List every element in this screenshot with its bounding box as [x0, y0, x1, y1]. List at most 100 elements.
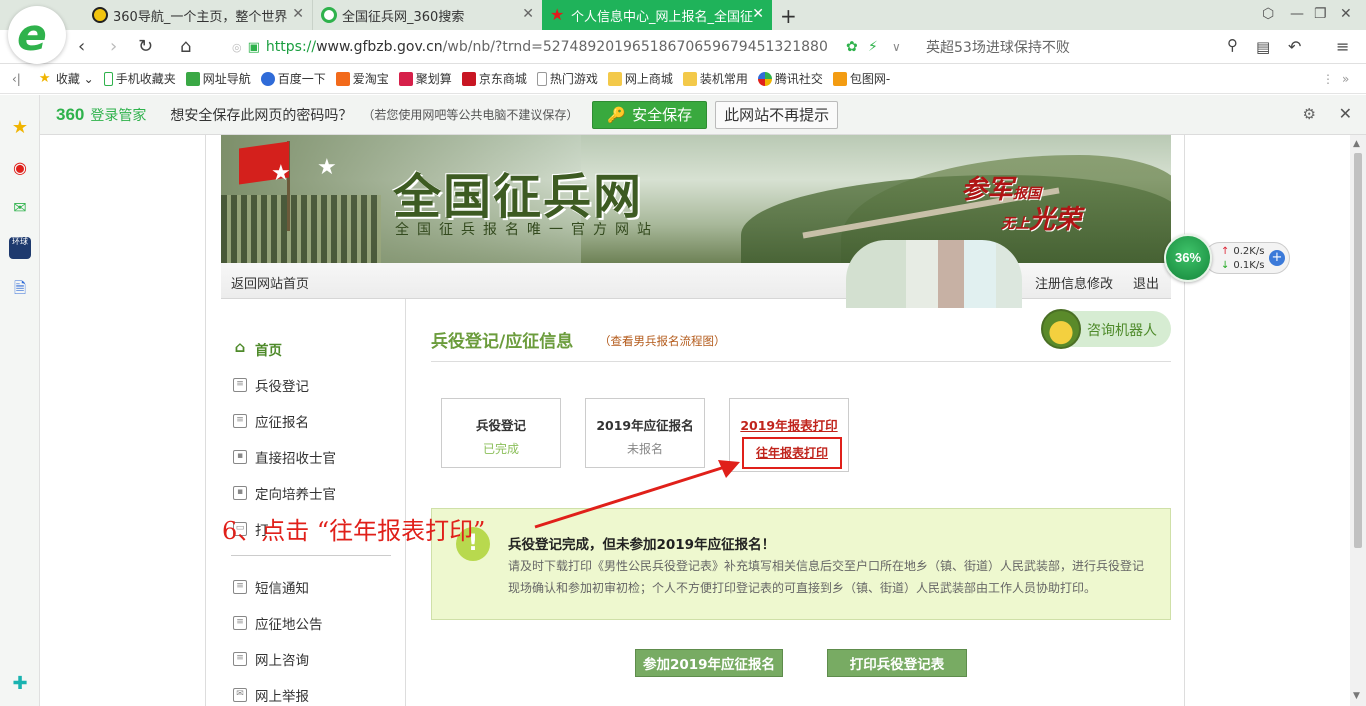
troops-graphic: [221, 195, 381, 263]
back-to-home-link[interactable]: 返回网站首页: [231, 273, 309, 292]
scroll-up-icon[interactable]: ▲: [1353, 139, 1360, 149]
status-card-enlist[interactable]: 2019年应征报名 未报名: [585, 398, 705, 468]
close-icon[interactable]: ✕: [1339, 104, 1352, 123]
blurred-avatar: [846, 240, 1022, 308]
bookmark-item[interactable]: 网址导航: [185, 70, 251, 87]
undo-icon[interactable]: ↶: [1288, 37, 1301, 56]
tab-title: 360导航_一个主页，整个世界: [113, 9, 288, 25]
tab-360-nav[interactable]: 360导航_一个主页，整个世界 ✕: [84, 0, 312, 30]
edit-registration-link[interactable]: 注册信息修改: [1035, 273, 1113, 292]
network-speed-widget[interactable]: ↑ 0.2K/s ↓ 0.1K/s + 36%: [1164, 234, 1290, 282]
logout-link[interactable]: 退出: [1133, 273, 1159, 292]
home-icon[interactable]: ⌂: [180, 36, 191, 57]
mail-icon[interactable]: ✉: [9, 197, 31, 219]
menu-item-consult[interactable]: ≡ 网上咨询: [233, 649, 309, 669]
tab-close-icon[interactable]: ✕: [752, 6, 764, 22]
scroll-down-icon[interactable]: ▼: [1353, 691, 1360, 701]
url-field[interactable]: ◎ ▣ https:// www.gfbzb.gov.cn /wb/nb/?tr…: [232, 36, 882, 58]
bookmark-label: 百度一下: [277, 72, 326, 86]
tab-close-icon[interactable]: ✕: [292, 6, 304, 22]
bookmark-item[interactable]: ★ 收藏 ⌄: [39, 70, 94, 87]
bookmark-label: 包图网-: [849, 72, 891, 86]
skin-icon[interactable]: ⬡: [1262, 6, 1274, 22]
consult-robot-button[interactable]: 咨询机器人: [1041, 309, 1171, 349]
new-tab-icon[interactable]: +: [780, 4, 797, 28]
page-scrollbar[interactable]: ▲ ▼: [1350, 135, 1366, 706]
menu-item-enlist[interactable]: ≡ 应征报名: [233, 411, 309, 431]
main-panel: 兵役登记/应征信息 （查看男兵报名流程图） 咨询机器人 兵役登记 已完成 201…: [431, 299, 1171, 706]
home-icon: ⌂: [234, 338, 246, 356]
accelerate-plus-icon[interactable]: +: [1269, 250, 1285, 266]
memory-usage-ball[interactable]: 36%: [1164, 234, 1212, 282]
bookmark-item[interactable]: 热门游戏: [536, 70, 598, 87]
download-value: 0.1K/s: [1233, 260, 1265, 271]
past-report-print-link[interactable]: 往年报表打印: [744, 444, 840, 461]
speed-mode-icon[interactable]: ⚡: [868, 39, 878, 55]
minimize-icon[interactable]: —: [1290, 6, 1304, 22]
print-2019-link[interactable]: 2019年报表打印: [730, 415, 848, 434]
compat-mode-icon[interactable]: ✿: [846, 39, 858, 55]
gear-icon[interactable]: ⚙: [1303, 105, 1316, 123]
maximize-icon[interactable]: ❐: [1314, 6, 1327, 22]
menu-item-oriented-nco[interactable]: ▪ 定向培养士官: [233, 483, 336, 503]
menu-icon[interactable]: ≡: [1336, 37, 1349, 56]
search-input[interactable]: 英超53场进球保持不败 ⚲: [912, 36, 1242, 58]
bookmark-label: 京东商城: [478, 72, 527, 86]
arrow-up-icon: ↑: [1221, 246, 1230, 257]
tab-title: 个人信息中心_网上报名_全国征: [571, 9, 754, 25]
menu-label: 兵役登记: [255, 379, 309, 395]
scrollbar-thumb[interactable]: [1354, 153, 1362, 548]
favorites-icon[interactable]: ★: [9, 117, 31, 139]
bookmark-item[interactable]: 腾讯社交: [757, 70, 823, 87]
print-registration-button[interactable]: 打印兵役登记表: [827, 649, 967, 677]
robot-label: 咨询机器人: [1087, 323, 1157, 339]
browser-logo-icon[interactable]: e: [8, 6, 66, 64]
juhuasuan-icon: [398, 71, 413, 86]
bookmark-item[interactable]: 聚划算: [398, 70, 452, 87]
url-scheme: https://: [265, 39, 317, 55]
bookmark-item[interactable]: 包图网-: [832, 70, 891, 87]
menu-item-home[interactable]: ⌂ 首页: [233, 338, 282, 360]
bookmarks-expand-icon[interactable]: »: [1342, 72, 1349, 86]
phone-icon: [103, 71, 113, 86]
menu-item-direct-nco[interactable]: ▪ 直接招收士官: [233, 447, 336, 467]
bookmark-item[interactable]: 网上商城: [607, 70, 673, 87]
card-status: 未报名: [626, 442, 663, 456]
baotu-icon: [832, 71, 847, 86]
search-icon[interactable]: ⚲: [1227, 36, 1238, 54]
tab-personal-center[interactable]: ★ 个人信息中心_网上报名_全国征 ✕: [542, 0, 772, 30]
bookmark-item[interactable]: 装机常用: [682, 70, 748, 87]
notice-box: ! 兵役登记完成，但未参加2019年应征报名！ 请及时下载打印《男性公民兵役登记…: [431, 508, 1171, 620]
close-window-icon[interactable]: ✕: [1340, 6, 1352, 22]
menu-item-registration[interactable]: ≡ 兵役登记: [233, 375, 309, 395]
page-viewport: ★ ★ 全国征兵网 全国征兵报名唯一官方网站 参军报国 无上光荣 返回网站首页 …: [40, 135, 1350, 706]
back-icon[interactable]: ‹: [78, 36, 85, 57]
bookmark-item[interactable]: 爱淘宝: [335, 70, 389, 87]
never-remind-button[interactable]: 此网站不再提示: [715, 100, 839, 129]
reload-icon[interactable]: ↻: [138, 36, 153, 57]
clipboard-icon[interactable]: ▤: [1256, 38, 1270, 56]
bookmark-item[interactable]: 百度一下: [260, 70, 326, 87]
past-report-print-highlight[interactable]: 往年报表打印: [742, 437, 842, 469]
tab-close-icon[interactable]: ✕: [522, 6, 534, 22]
word-doc-icon[interactable]: 🗎: [9, 277, 31, 299]
status-card-registration[interactable]: 兵役登记 已完成: [441, 398, 561, 468]
tab-360-search[interactable]: 全国征兵网_360搜索 ✕: [312, 0, 542, 30]
menu-divider: [231, 555, 391, 556]
add-app-icon[interactable]: ✚: [9, 673, 31, 695]
news-icon[interactable]: 环球: [9, 237, 31, 259]
chevron-down-icon[interactable]: ∨: [892, 40, 901, 54]
bookmarks-toggle-icon[interactable]: ‹|: [12, 72, 21, 86]
menu-item-report[interactable]: ✉ 网上举报: [233, 685, 309, 705]
bookmark-label: 收藏: [55, 72, 80, 86]
safe-save-button[interactable]: 🔑 安全保存: [592, 100, 708, 129]
more-icon[interactable]: ⋮: [1322, 72, 1334, 86]
forward-icon[interactable]: ›: [110, 36, 117, 57]
menu-item-sms[interactable]: ≡ 短信通知: [233, 577, 309, 597]
join-enlist-button[interactable]: 参加2019年应征报名: [635, 649, 783, 677]
weibo-icon[interactable]: ◉: [9, 157, 31, 179]
flowchart-link[interactable]: （查看男兵报名流程图）: [599, 333, 726, 349]
menu-item-announcement[interactable]: ≡ 应征地公告: [233, 613, 323, 633]
bookmark-item[interactable]: 京东商城: [461, 70, 527, 87]
bookmark-item[interactable]: 手机收藏夹: [103, 70, 176, 87]
